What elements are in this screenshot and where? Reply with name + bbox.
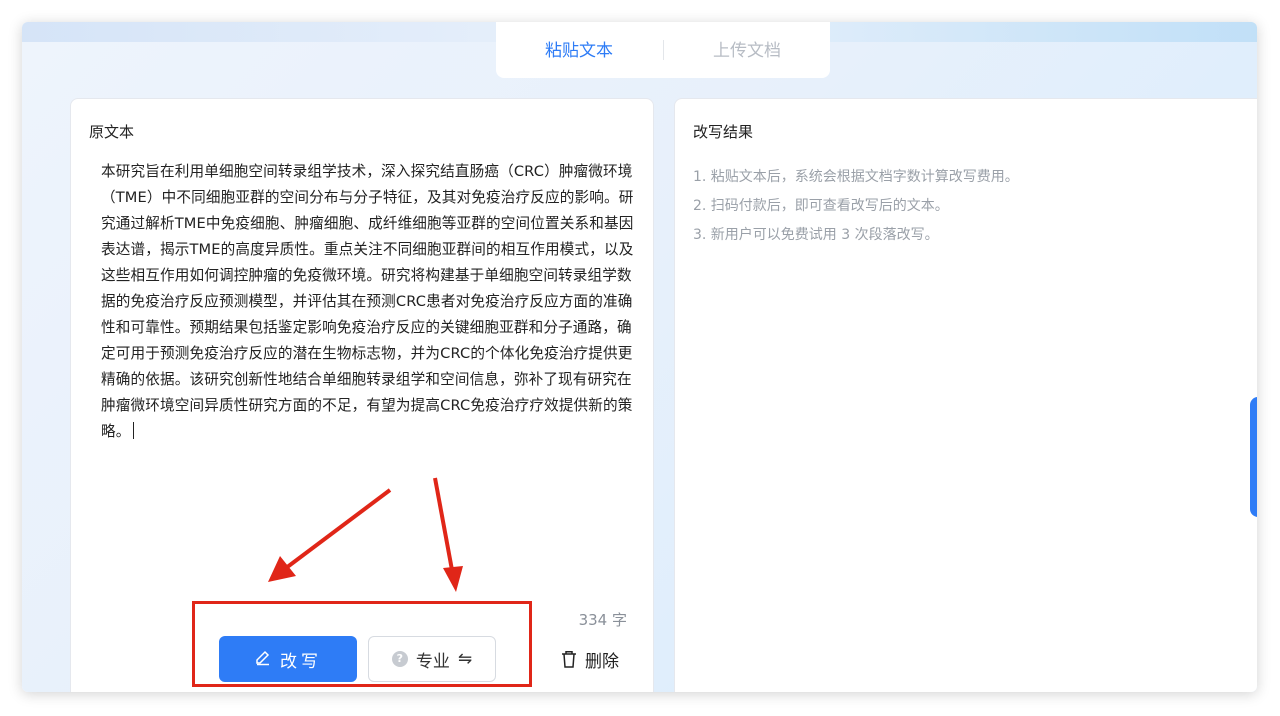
tab-paste-text[interactable]: 粘贴文本	[496, 36, 662, 61]
app-window: 粘贴文本 上传文档 原文本 本研究旨在利用单细胞空间转录组学技术，深入探究结直肠…	[22, 22, 1257, 692]
result-tips: 1. 粘贴文本后，系统会根据文档字数计算改写费用。 2. 扫码付款后，即可查看改…	[693, 163, 1019, 250]
rewrite-result-panel: 改写结果 1. 粘贴文本后，系统会根据文档字数计算改写费用。 2. 扫码付款后，…	[674, 98, 1257, 692]
trash-icon	[561, 650, 577, 668]
tab-upload-document[interactable]: 上传文档	[664, 36, 830, 61]
tip-item: 2. 扫码付款后，即可查看改写后的文本。	[693, 198, 949, 214]
annotation-highlight-box	[192, 601, 532, 687]
source-text-content: 本研究旨在利用单细胞空间转录组学技术，深入探究结直肠癌（CRC）肿瘤微环境（TM…	[101, 163, 634, 440]
source-panel-title: 原文本	[89, 123, 135, 141]
text-caret	[132, 422, 134, 439]
input-mode-tabs: 粘贴文本 上传文档	[496, 22, 830, 78]
source-text-input[interactable]: 本研究旨在利用单细胞空间转录组学技术，深入探究结直肠癌（CRC）肿瘤微环境（TM…	[101, 159, 637, 445]
result-panel-title: 改写结果	[693, 123, 754, 141]
tip-item: 3. 新用户可以免费试用 3 次段落改写。	[693, 227, 939, 243]
delete-button[interactable]: 删除	[561, 636, 641, 682]
floating-side-tab[interactable]	[1250, 397, 1257, 517]
tip-item: 1. 粘贴文本后，系统会根据文档字数计算改写费用。	[693, 169, 1019, 185]
delete-button-label: 删除	[585, 651, 619, 672]
word-count: 334 字	[578, 611, 627, 629]
